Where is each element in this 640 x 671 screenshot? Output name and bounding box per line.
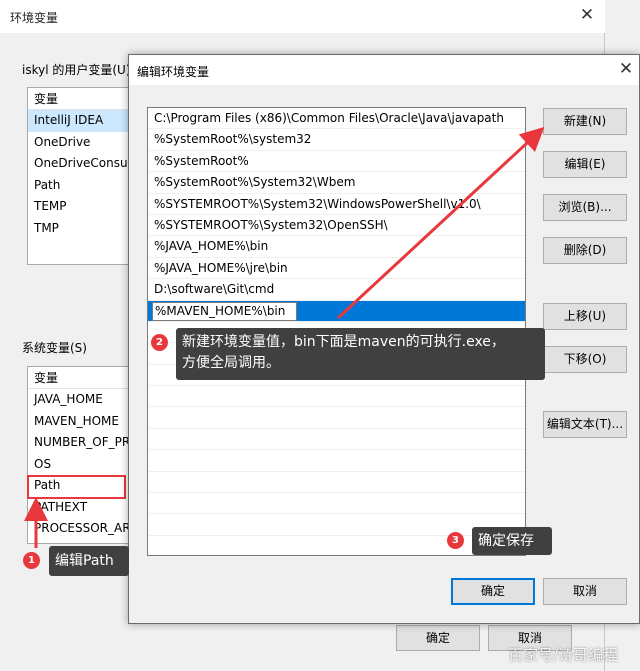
bg-title-bar: 环境变量 ✕ bbox=[0, 0, 605, 33]
list-item[interactable]: TEMP bbox=[28, 196, 136, 218]
browse-button[interactable]: 浏览(B)... bbox=[543, 194, 627, 221]
move-up-button[interactable]: 上移(U) bbox=[543, 303, 627, 330]
step-1-badge: 1 bbox=[23, 552, 40, 569]
step-1-callout: 编辑Path bbox=[49, 546, 129, 576]
list-item[interactable]: OS bbox=[28, 454, 136, 476]
edit-text-button[interactable]: 编辑文本(T)... bbox=[543, 411, 627, 438]
user-variables-label: iskyl 的用户变量(U) bbox=[22, 63, 131, 77]
list-item[interactable]: %JAVA_HOME%\jre\bin bbox=[148, 258, 525, 280]
step-2-badge: 2 bbox=[151, 334, 168, 351]
delete-button[interactable]: 删除(D) bbox=[543, 237, 627, 264]
step-2-line-2: 方便全局调用。 bbox=[182, 355, 280, 371]
watermark: 百家号/诗哥编程 bbox=[508, 646, 619, 664]
cancel-button[interactable]: 取消 bbox=[543, 578, 627, 605]
bg-window-title: 环境变量 bbox=[10, 11, 59, 25]
list-item[interactable]: D:\software\Git\cmd bbox=[148, 279, 525, 301]
step-2-line-1: 新建环境变量值，bin下面是maven的可执行.exe， bbox=[182, 334, 505, 350]
path-highlight-box bbox=[27, 475, 126, 499]
list-item[interactable]: %JAVA_HOME%\bin bbox=[148, 236, 525, 258]
empty-row bbox=[148, 493, 525, 515]
list-item[interactable]: PROCESSOR_ARC bbox=[28, 518, 136, 540]
list-item[interactable]: C:\Program Files (x86)\Common Files\Orac… bbox=[148, 108, 525, 130]
editing-row[interactable] bbox=[148, 300, 525, 322]
ok-button[interactable]: 确定 bbox=[451, 578, 535, 605]
list-item[interactable]: OneDriveConsum bbox=[28, 153, 136, 175]
list-item[interactable]: PATHEXT bbox=[28, 497, 136, 519]
list-item[interactable]: %SystemRoot%\system32 bbox=[148, 129, 525, 151]
empty-row bbox=[148, 386, 525, 408]
empty-row bbox=[148, 429, 525, 451]
step-2-callout: 新建环境变量值，bin下面是maven的可执行.exe， 方便全局调用。 bbox=[176, 328, 545, 380]
move-down-button[interactable]: 下移(O) bbox=[543, 346, 627, 373]
list-item[interactable]: OneDrive bbox=[28, 132, 136, 154]
system-variables-label: 系统变量(S) bbox=[22, 341, 87, 355]
dialog-close-icon[interactable]: ✕ bbox=[617, 60, 635, 78]
user-variables-list[interactable]: 变量 IntelliJ IDEA OneDrive OneDriveConsum… bbox=[27, 87, 137, 265]
list-item[interactable]: MAVEN_HOME bbox=[28, 411, 136, 433]
system-list-header: 变量 bbox=[28, 367, 136, 389]
user-list-header: 变量 bbox=[28, 88, 136, 110]
list-item[interactable]: JAVA_HOME bbox=[28, 389, 136, 411]
edit-button[interactable]: 编辑(E) bbox=[543, 151, 627, 178]
empty-row bbox=[148, 514, 525, 536]
step-3-callout: 确定保存 bbox=[472, 527, 552, 555]
bg-ok-button[interactable]: 确定 bbox=[396, 625, 480, 651]
list-item[interactable]: Path bbox=[28, 175, 136, 197]
list-item[interactable]: %SYSTEMROOT%\System32\OpenSSH\ bbox=[148, 215, 525, 237]
dialog-title: 编辑环境变量 bbox=[137, 65, 210, 79]
list-item[interactable]: IntelliJ IDEA bbox=[28, 110, 136, 132]
empty-row bbox=[148, 407, 525, 429]
list-item[interactable]: %SYSTEMROOT%\System32\WindowsPowerShell\… bbox=[148, 194, 525, 215]
dialog-title-bar: 编辑环境变量 ✕ bbox=[129, 55, 639, 85]
system-variables-list[interactable]: 变量 JAVA_HOME MAVEN_HOME NUMBER_OF_PR OS … bbox=[27, 366, 137, 544]
step-3-badge: 3 bbox=[447, 532, 464, 549]
list-item[interactable]: %SystemRoot% bbox=[148, 151, 525, 173]
list-item[interactable]: TMP bbox=[28, 218, 136, 240]
empty-row bbox=[148, 450, 525, 472]
list-item[interactable]: %SystemRoot%\System32\Wbem bbox=[148, 172, 525, 194]
bg-close-icon[interactable]: ✕ bbox=[578, 6, 596, 24]
empty-row bbox=[148, 472, 525, 494]
new-button[interactable]: 新建(N) bbox=[543, 108, 627, 135]
list-item[interactable]: NUMBER_OF_PR bbox=[28, 432, 136, 454]
path-edit-input[interactable] bbox=[152, 301, 297, 321]
